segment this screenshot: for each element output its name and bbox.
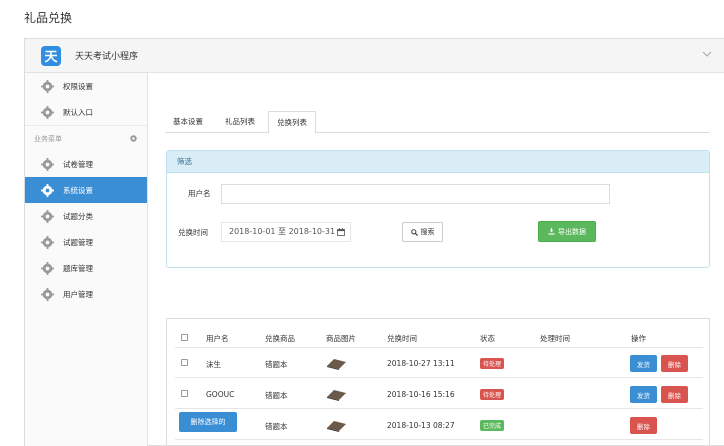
delete-button[interactable]: 删除: [630, 417, 657, 434]
ship-button[interactable]: 发货: [630, 386, 657, 403]
gear-icon: [41, 209, 54, 223]
delete-button[interactable]: 删除: [661, 355, 688, 372]
gear-icon[interactable]: [129, 134, 138, 143]
chevron-down-icon[interactable]: [702, 49, 712, 59]
delete-button[interactable]: 删除: [661, 386, 688, 403]
row-exchange-time: 2018-10-13 08:27: [387, 421, 455, 430]
column-header: 兑换时间: [387, 334, 417, 343]
date-range-label: 兑换时间: [178, 228, 208, 237]
column-header: 兑换商品: [265, 334, 295, 343]
sidebar-item-permissions[interactable]: 权限设置: [25, 73, 147, 99]
column-header: 处理时间: [540, 334, 570, 343]
app-window: 天 天天考试小程序 权限设置 默认入口 业务菜单 试卷管理 系统设置 试题分类 …: [24, 38, 724, 446]
download-icon: [548, 228, 555, 235]
sidebar-item-label: 试卷管理: [63, 159, 93, 169]
column-header: 商品图片: [326, 334, 356, 343]
column-header: 用户名: [206, 334, 229, 343]
gear-icon: [41, 183, 54, 197]
sidebar-item-users[interactable]: 用户管理: [25, 281, 147, 307]
sidebar-item-label: 试题管理: [63, 237, 93, 247]
sidebar-item-label: 默认入口: [63, 107, 93, 117]
sidebar-item-label: 试题分类: [63, 211, 93, 221]
sidebar-section-header: 业务菜单: [25, 125, 147, 151]
search-button[interactable]: 搜索: [402, 222, 443, 242]
main-content: 基本设置 礼品列表 兑换列表 筛选 用户名 兑换时间 2018-10-01 至 …: [149, 73, 724, 446]
row-product: 错题本: [265, 422, 288, 431]
product-thumbnail: [327, 390, 346, 401]
search-button-label: 搜索: [420, 228, 435, 236]
row-exchange-time: 2018-10-16 15:16: [387, 390, 455, 399]
page-title: 礼品兑换: [24, 11, 73, 25]
sidebar-item-label: 题库管理: [63, 263, 93, 273]
row-product: 错题本: [265, 391, 288, 400]
export-button[interactable]: 导出数据: [538, 221, 596, 242]
search-icon: [410, 228, 418, 236]
status-badge: 已完成: [480, 420, 505, 431]
sidebar-item-question-categories[interactable]: 试题分类: [25, 203, 147, 229]
gear-icon: [41, 157, 54, 171]
row-divider: [175, 377, 703, 378]
sidebar-item-label: 权限设置: [63, 81, 93, 91]
column-header: 状态: [480, 334, 495, 343]
gear-icon: [41, 235, 54, 249]
calendar-icon: [337, 228, 345, 236]
sidebar-item-default-entry[interactable]: 默认入口: [25, 99, 147, 125]
sidebar-item-label: 用户管理: [63, 289, 93, 299]
app-header[interactable]: 天 天天考试小程序: [25, 39, 724, 73]
row-exchange-time: 2018-10-27 13:11: [387, 359, 455, 368]
tab-bar: 基本设置 礼品列表 兑换列表: [165, 111, 710, 134]
exchange-table-panel: 用户名 兑换商品 商品图片 兑换时间 状态 处理时间 操作 沫生 错题本 201…: [166, 318, 710, 446]
sidebar-item-system-settings[interactable]: 系统设置: [25, 177, 147, 203]
row-username: GOOUC: [206, 390, 235, 399]
gear-icon: [41, 261, 54, 275]
tab-exchange-list[interactable]: 兑换列表: [268, 111, 316, 134]
row-username: 沫生: [206, 360, 221, 369]
tab-gift-list[interactable]: 礼品列表: [217, 111, 263, 133]
row-divider: [175, 439, 703, 440]
column-header: 操作: [631, 334, 646, 343]
username-label: 用户名: [188, 189, 211, 198]
gear-icon: [41, 105, 54, 119]
filter-panel-title: 筛选: [167, 151, 709, 173]
product-thumbnail: [327, 421, 346, 432]
sidebar-item-label: 系统设置: [63, 185, 93, 195]
status-badge: 待处理: [480, 389, 505, 400]
app-logo: 天: [41, 45, 61, 66]
select-all-checkbox[interactable]: [181, 334, 188, 341]
gear-icon: [41, 287, 54, 301]
username-input[interactable]: [221, 184, 610, 204]
product-thumbnail: [327, 359, 346, 370]
delete-selected-button[interactable]: 删除选择的: [179, 412, 237, 432]
filter-panel: 筛选 用户名 兑换时间 2018-10-01 至 2018-10-31 搜索 导…: [166, 150, 710, 268]
export-button-label: 导出数据: [558, 227, 586, 236]
ship-button[interactable]: 发货: [630, 355, 657, 372]
sidebar: 权限设置 默认入口 业务菜单 试卷管理 系统设置 试题分类 试题管理 题库管理 …: [25, 73, 148, 446]
sidebar-item-questions[interactable]: 试题管理: [25, 229, 147, 255]
row-divider: [175, 347, 703, 348]
tab-basic-settings[interactable]: 基本设置: [165, 111, 211, 133]
gear-icon: [41, 79, 54, 93]
status-badge: 待处理: [480, 358, 505, 369]
row-checkbox[interactable]: [181, 359, 188, 366]
sidebar-item-exam-papers[interactable]: 试卷管理: [25, 151, 147, 177]
row-divider: [175, 408, 703, 409]
row-checkbox[interactable]: [181, 390, 188, 397]
app-name: 天天考试小程序: [75, 52, 139, 62]
date-range-value: 2018-10-01 至 2018-10-31: [229, 227, 336, 236]
sidebar-item-question-bank[interactable]: 题库管理: [25, 255, 147, 281]
row-product: 错题本: [265, 360, 288, 369]
date-range-input[interactable]: 2018-10-01 至 2018-10-31: [221, 222, 351, 242]
sidebar-section-label: 业务菜单: [34, 134, 62, 143]
